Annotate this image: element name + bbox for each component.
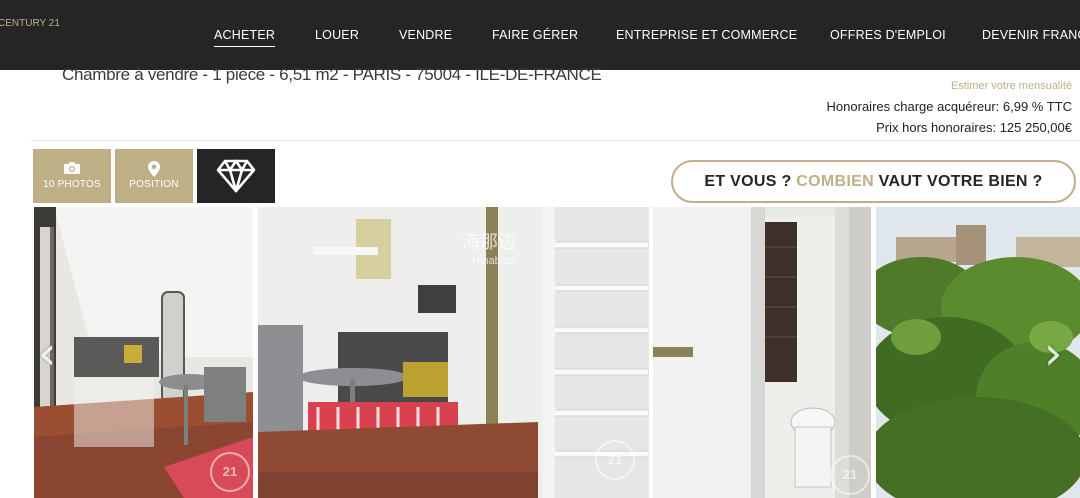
nav-item-offres-emploi[interactable]: OFFRES D'EMPLOI bbox=[830, 28, 946, 42]
chevron-left-icon[interactable]: ‹ bbox=[38, 330, 56, 376]
listing-title: Chambre à vendre - 1 pièce - 6,51 m2 - P… bbox=[62, 65, 602, 84]
nav-item-acheter[interactable]: ACHETER bbox=[214, 28, 276, 47]
logo-text: CENTURY 21 bbox=[0, 18, 60, 29]
cta-text-1: ET VOUS ? bbox=[704, 173, 797, 190]
position-button[interactable]: POSITION bbox=[115, 149, 193, 203]
century21-watermark-1: 21 bbox=[210, 452, 250, 492]
position-label: POSITION bbox=[129, 179, 179, 190]
century21-watermark-2: 21 bbox=[595, 440, 635, 480]
cta-text-2: VAUT VOTRE BIEN ? bbox=[873, 173, 1043, 190]
nav-item-entreprise-commerce[interactable]: ENTREPRISE ET COMMERCE bbox=[616, 28, 797, 42]
valuation-cta-button[interactable]: ET VOUS ? COMBIEN VAUT VOTRE BIEN ? bbox=[671, 160, 1076, 203]
gallery-photo-3[interactable] bbox=[653, 207, 871, 498]
estimate-monthly-link[interactable]: Estimer votre mensualité bbox=[951, 80, 1072, 92]
photos-label: 10 PHOTOS bbox=[43, 179, 101, 190]
camera-icon bbox=[63, 161, 81, 180]
watermark-subtext: Hinabian bbox=[472, 255, 516, 267]
diamond-icon bbox=[216, 159, 256, 198]
nav-item-faire-gerer[interactable]: FAIRE GÉRER bbox=[492, 28, 578, 42]
nav-item-devenir-franchise[interactable]: DEVENIR FRANC bbox=[982, 28, 1080, 42]
buyer-fees: Honoraires charge acquéreur: 6,99 % TTC bbox=[826, 99, 1072, 114]
cta-text-accent: COMBIEN bbox=[796, 173, 874, 190]
watermark-text: 海那边 bbox=[462, 232, 516, 253]
nav-item-vendre[interactable]: VENDRE bbox=[399, 28, 452, 42]
century21-logo[interactable]: CENTURY 21 bbox=[0, 18, 60, 49]
price-excluding-fees: Prix hors honoraires: 125 250,00€ bbox=[876, 120, 1072, 135]
prestige-button[interactable] bbox=[197, 149, 275, 203]
header-divider bbox=[30, 140, 1080, 141]
century21-watermark-3: 21 bbox=[830, 455, 870, 495]
top-navigation-bar: CENTURY 21 ACHETER LOUER VENDRE FAIRE GÉ… bbox=[0, 0, 1080, 70]
chevron-right-icon[interactable]: › bbox=[1044, 330, 1062, 376]
gallery-photo-2[interactable] bbox=[258, 207, 649, 498]
nav-item-louer[interactable]: LOUER bbox=[315, 28, 359, 42]
photos-button[interactable]: 10 PHOTOS bbox=[33, 149, 111, 203]
